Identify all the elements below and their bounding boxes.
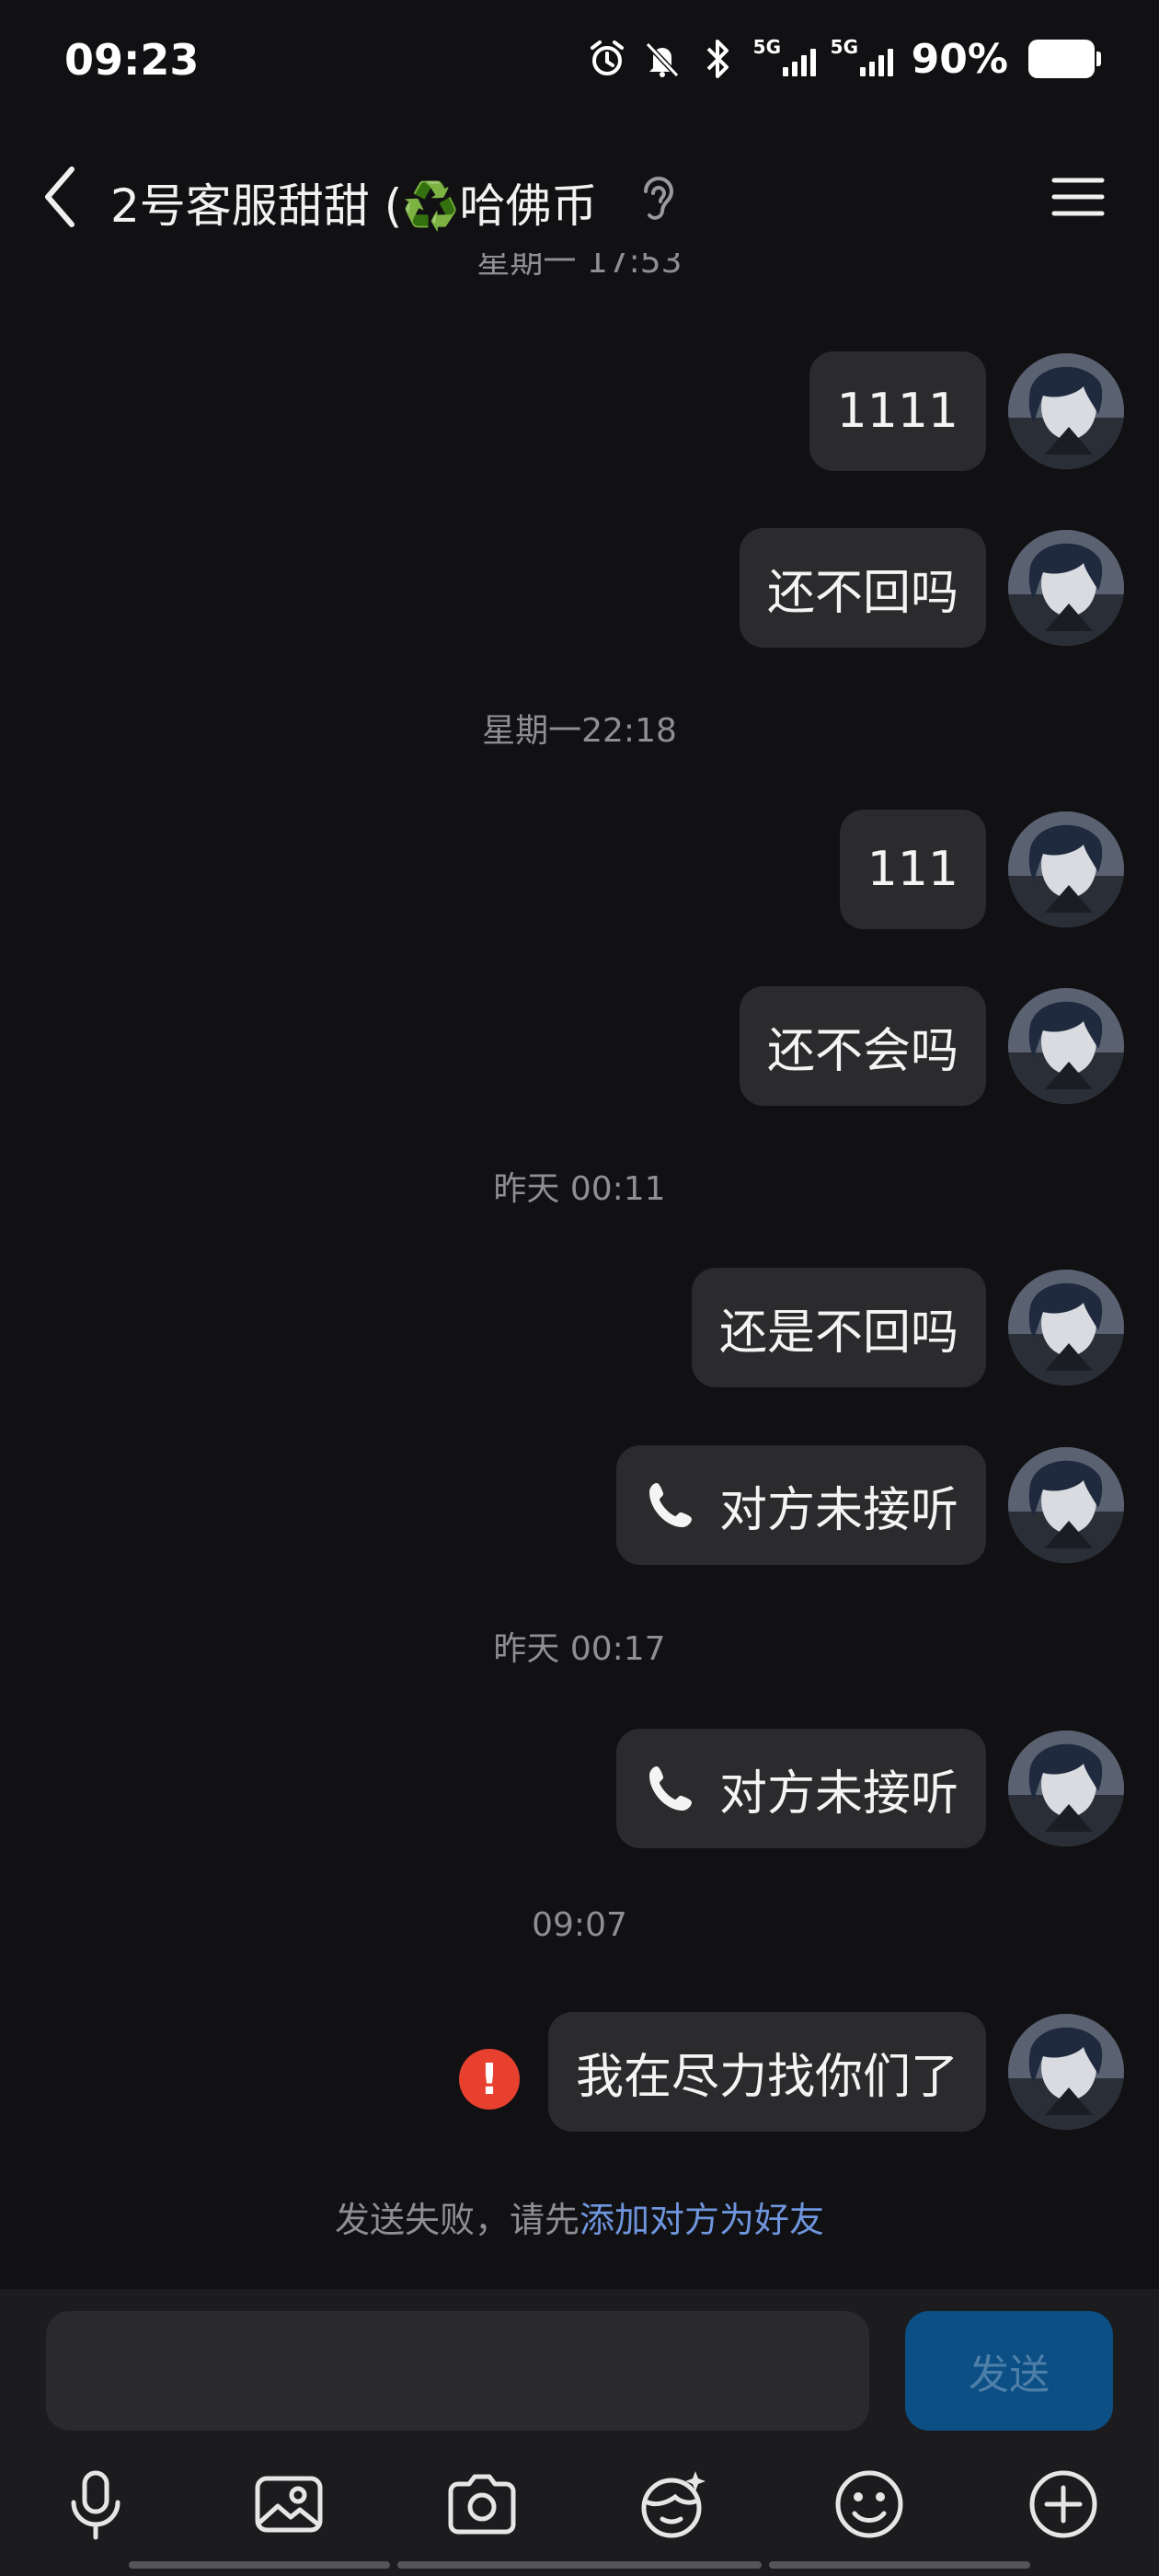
- nav-indicator: [397, 2561, 762, 2569]
- send-button[interactable]: 发送: [905, 2311, 1113, 2431]
- sticker-icon[interactable]: [635, 2466, 712, 2543]
- avatar[interactable]: [1008, 2014, 1124, 2130]
- timestamp: 09:07: [532, 1906, 627, 1944]
- alarm-icon: [586, 38, 628, 80]
- call-bubble[interactable]: 对方未接听: [615, 1445, 986, 1565]
- avatar[interactable]: [1008, 811, 1124, 927]
- mute-bell-icon: [641, 38, 683, 80]
- message-input[interactable]: [46, 2311, 869, 2431]
- phone-icon: [644, 1761, 699, 1816]
- message-row: 111: [0, 810, 1159, 929]
- timestamp: 昨天 00:11: [493, 1170, 666, 1208]
- plus-icon[interactable]: [1025, 2466, 1102, 2543]
- network-label: 5G: [752, 36, 782, 58]
- message-row: 还是不回吗: [0, 1268, 1159, 1387]
- emoji-icon[interactable]: [831, 2466, 908, 2543]
- message-row: 1111: [0, 351, 1159, 471]
- chat-title[interactable]: 2号客服甜甜 (♻️哈佛币: [110, 169, 597, 236]
- message-bubble[interactable]: 1111: [809, 351, 986, 471]
- nav-indicator: [129, 2561, 390, 2569]
- avatar[interactable]: [1008, 1731, 1124, 1846]
- call-status-text: 对方未接听: [718, 1482, 958, 1538]
- message-list[interactable]: 星期一 17:53 1111 还不回吗 星期一22:18 111 还不会吗 昨天…: [0, 253, 1159, 2288]
- nav-indicator: [769, 2561, 1030, 2569]
- avatar[interactable]: [1008, 353, 1124, 469]
- message-bubble[interactable]: 还不回吗: [739, 528, 986, 648]
- avatar[interactable]: [1008, 1270, 1124, 1386]
- bluetooth-icon: [696, 38, 739, 80]
- cell-signal-icon: 5G: [752, 36, 816, 80]
- message-row: 还不会吗: [0, 986, 1159, 1106]
- message-row: ! 我在尽力找你们了: [0, 2012, 1159, 2132]
- ear-icon[interactable]: [637, 171, 677, 226]
- back-arrow-icon[interactable]: [39, 160, 85, 234]
- avatar[interactable]: [1008, 530, 1124, 646]
- timestamp: 星期一22:18: [482, 712, 677, 750]
- phone-icon: [644, 1478, 699, 1533]
- message-bubble[interactable]: 111: [839, 810, 986, 929]
- message-bubble[interactable]: 还是不回吗: [691, 1268, 986, 1387]
- chat-header: 2号客服甜甜 (♻️哈佛币: [0, 138, 1159, 253]
- send-failed-notice: 发送失败，请先添加对方为好友: [0, 2191, 1159, 2242]
- send-failed-icon[interactable]: !: [459, 2049, 520, 2110]
- camera-icon[interactable]: [443, 2466, 521, 2543]
- message-bubble[interactable]: 还不会吗: [739, 986, 986, 1106]
- cell-signal-icon-2: 5G: [829, 36, 893, 80]
- avatar[interactable]: [1008, 1447, 1124, 1563]
- call-status-text: 对方未接听: [718, 1765, 958, 1822]
- notice-text: 发送失败，请先: [334, 2200, 580, 2240]
- battery-percent: 90%: [911, 35, 1008, 83]
- status-time: 09:23: [64, 35, 200, 85]
- image-icon[interactable]: [250, 2466, 327, 2543]
- status-icons: 5G 5G 90%: [586, 31, 1101, 86]
- call-bubble[interactable]: 对方未接听: [615, 1729, 986, 1848]
- message-bubble[interactable]: 我在尽力找你们了: [547, 2012, 986, 2132]
- avatar[interactable]: [1008, 988, 1124, 1104]
- message-row: 对方未接听: [0, 1445, 1159, 1565]
- menu-icon[interactable]: [1050, 169, 1106, 224]
- message-row: 还不回吗: [0, 528, 1159, 648]
- message-row: 对方未接听: [0, 1729, 1159, 1848]
- timestamp: 星期一 17:53: [476, 253, 683, 281]
- status-bar: 09:23 5G 5G 90%: [0, 0, 1159, 129]
- timestamp: 昨天 00:17: [493, 1630, 666, 1668]
- mic-icon[interactable]: [57, 2466, 134, 2543]
- add-friend-link[interactable]: 添加对方为好友: [580, 2200, 824, 2240]
- network-label-2: 5G: [830, 36, 859, 58]
- battery-icon: [1028, 40, 1101, 78]
